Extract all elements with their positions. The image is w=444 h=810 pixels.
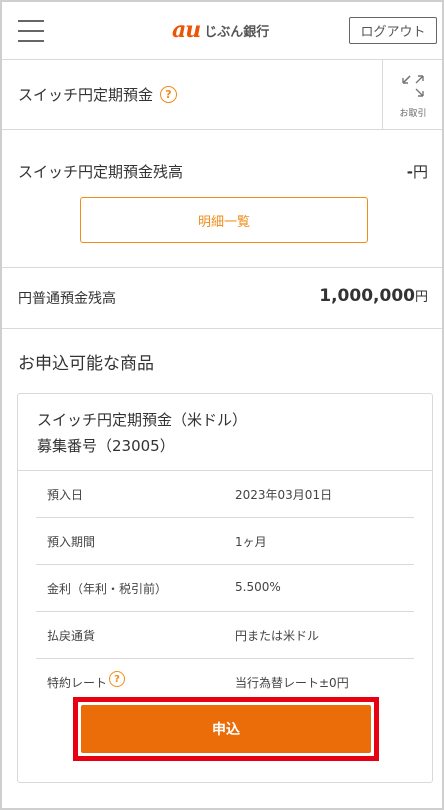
product-card-header: スイッチ円定期預金（米ドル） 募集番号（23005）: [18, 394, 432, 471]
divider: [2, 328, 442, 329]
detail-row-deposit-date: 預入日 2023年03月01日: [36, 471, 414, 518]
deposit-balance-unit: 円: [412, 163, 428, 181]
row-key: 特約レート: [47, 676, 108, 690]
row-value: 2023年03月01日: [235, 488, 333, 502]
detail-row-interest-rate: 金利（年利・税引前） 5.500%: [36, 565, 414, 612]
help-icon[interactable]: ?: [109, 671, 125, 687]
logo-mark: au: [172, 17, 201, 43]
logo-text: じぶん銀行: [204, 24, 270, 40]
apply-highlight: 申込: [73, 697, 379, 761]
row-value: 当行為替レート±0円: [235, 676, 349, 690]
row-value: 円または米ドル: [235, 629, 320, 643]
product-card: スイッチ円定期預金（米ドル） 募集番号（23005） 預入日 2023年03月0…: [17, 393, 433, 783]
offer-number: 募集番号（23005）: [37, 437, 175, 455]
bank-logo[interactable]: au じぶん銀行: [172, 17, 270, 43]
logout-button[interactable]: ログアウト: [349, 17, 437, 44]
yen-savings-value: 1,000,000円: [319, 286, 428, 306]
row-key: 預入期間: [47, 535, 96, 549]
app-frame: au じぶん銀行 ログアウト スイッチ円定期預金 ? お取引 スイッチ円定期預金…: [0, 0, 444, 810]
transfer-arrows-icon: [402, 75, 424, 97]
product-title-row: スイッチ円定期預金 ? お取引: [2, 60, 442, 130]
deposit-balance-value: -円: [407, 161, 428, 182]
transactions-label: お取引: [399, 109, 427, 119]
help-icon[interactable]: ?: [160, 86, 177, 103]
divider: [2, 267, 442, 268]
statement-list-button[interactable]: 明細一覧: [80, 197, 368, 243]
product-name: スイッチ円定期預金（米ドル）: [37, 411, 248, 429]
header: au じぶん銀行 ログアウト: [2, 2, 442, 60]
row-key: 払戻通貨: [47, 629, 96, 643]
row-value: 1ヶ月: [235, 535, 267, 549]
apply-button[interactable]: 申込: [81, 705, 371, 753]
detail-row-term: 預入期間 1ヶ月: [36, 518, 414, 565]
available-products-heading: お申込可能な商品: [18, 354, 154, 374]
deposit-balance-label: スイッチ円定期預金残高: [18, 163, 184, 181]
product-title: スイッチ円定期預金: [18, 86, 154, 104]
transactions-button[interactable]: お取引: [382, 60, 442, 130]
yen-savings-label: 円普通預金残高: [18, 291, 116, 307]
menu-icon[interactable]: [18, 20, 44, 42]
row-key: 金利（年利・税引前）: [47, 582, 168, 596]
row-value: 5.500%: [235, 580, 281, 594]
row-key: 預入日: [47, 488, 84, 502]
detail-row-currency: 払戻通貨 円または米ドル: [36, 612, 414, 659]
yen-savings-unit: 円: [414, 290, 428, 305]
yen-savings-amount: 1,000,000: [319, 286, 415, 306]
